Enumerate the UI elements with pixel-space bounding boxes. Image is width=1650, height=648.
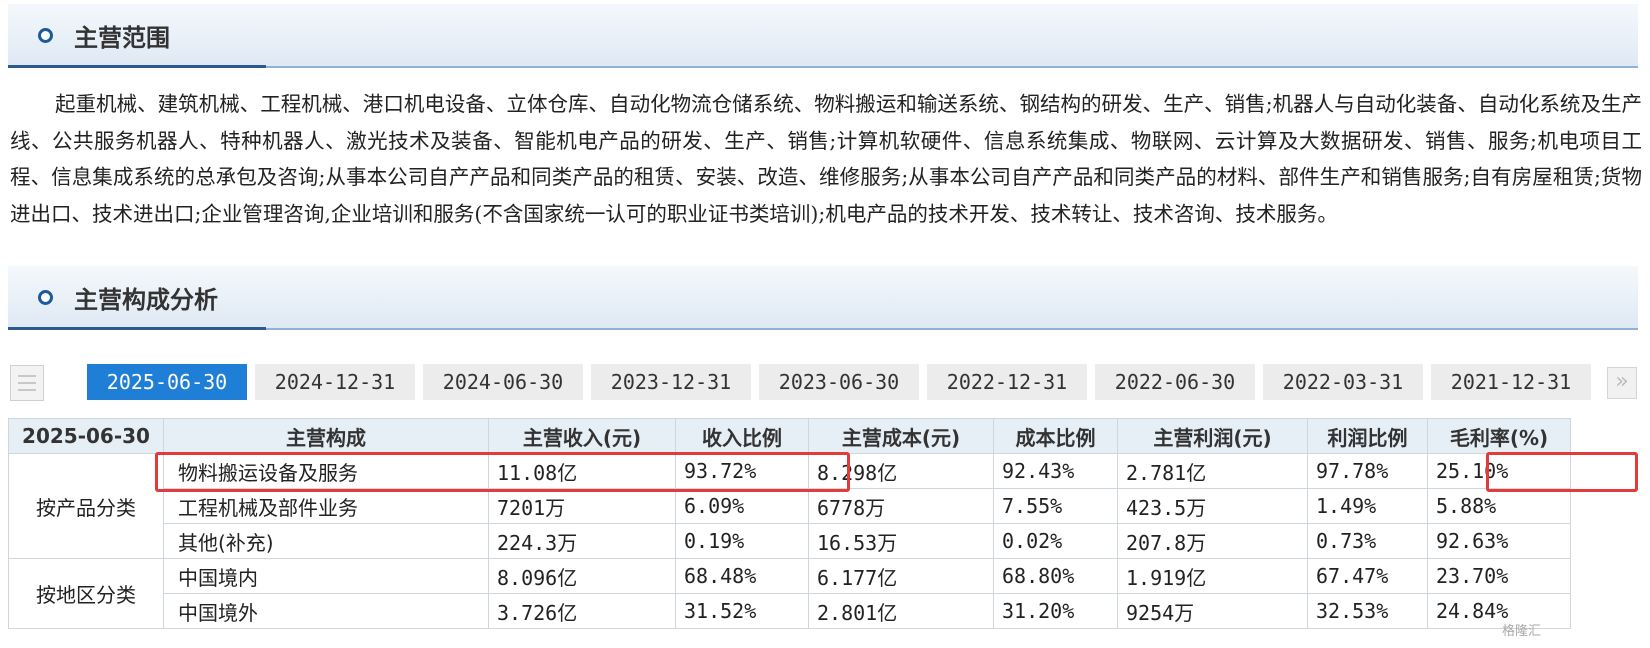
date-tab[interactable]: 2025-06-30 [87,364,247,400]
highlight-box-margin [1486,452,1638,492]
date-tab[interactable]: 2024-06-30 [423,364,583,400]
date-tab[interactable]: 2022-03-31 [1263,364,1423,400]
column-header: 主营收入(元) [488,418,676,454]
revenue-ratio-cell: 31.52% [675,593,809,629]
date-tab[interactable]: 2022-06-30 [1095,364,1255,400]
revenue-ratio-cell: 68.48% [675,558,809,594]
revenue-cell: 3.726亿 [488,593,676,629]
scope-section-title: 主营范围 [74,24,170,52]
column-header: 主营构成 [163,418,489,454]
column-header: 主营成本(元) [808,418,994,454]
revenue-cell: 224.3万 [488,523,676,559]
column-header: 利润比例 [1307,418,1428,454]
column-header: 收入比例 [675,418,809,454]
cost-cell: 16.53万 [808,523,994,559]
cost-cell: 6.177亿 [808,558,994,594]
circle-bullet-icon [38,290,53,305]
profit-ratio-cell: 1.49% [1307,488,1428,524]
column-header: 成本比例 [993,418,1118,454]
segment-name: 工程机械及部件业务 [163,488,489,524]
category-cell: 按产品分类 [8,453,164,559]
profit-cell: 207.8万 [1117,523,1308,559]
highlight-box-revenue [155,452,850,492]
segment-name: 中国境外 [163,593,489,629]
revenue-ratio-cell: 6.09% [675,488,809,524]
gross-margin-cell: 23.70% [1427,558,1571,594]
date-tab[interactable]: 2023-06-30 [759,364,919,400]
gross-margin-cell: 92.63% [1427,523,1571,559]
cost-cell: 6778万 [808,488,994,524]
revenue-cell: 7201万 [488,488,676,524]
business-scope-text: 起重机械、建筑机械、工程机械、港口机电设备、立体仓库、自动化物流仓储系统、物料搬… [10,92,1642,226]
composition-section-title: 主营构成分析 [74,286,218,314]
profit-ratio-cell: 32.53% [1307,593,1428,629]
date-tab[interactable]: 2022-12-31 [927,364,1087,400]
composition-section-header: 主营构成分析 [8,266,1638,330]
profit-cell: 9254万 [1117,593,1308,629]
table-row: 其他(补充) 224.3万 0.19% 16.53万 0.02% 207.8万 … [9,523,1571,559]
gross-margin-cell: 24.84% [1427,593,1571,629]
cost-ratio-cell: 31.20% [993,593,1118,629]
cost-cell: 2.801亿 [808,593,994,629]
revenue-cell: 8.096亿 [488,558,676,594]
table-row: 按地区分类 中国境内 8.096亿 68.48% 6.177亿 68.80% 1… [8,558,1571,629]
date-tab[interactable]: 2024-12-31 [255,364,415,400]
header-accent-line [8,65,266,68]
profit-ratio-cell: 97.78% [1307,453,1428,489]
revenue-ratio-cell: 0.19% [675,523,809,559]
table-header-row: 2025-06-30 主营构成 主营收入(元) 收入比例 主营成本(元) 成本比… [8,418,1571,454]
date-tabs: 2025-06-30 2024-12-31 2024-06-30 2023-12-31… [87,364,1612,401]
scroll-right-icon[interactable]: » [1607,367,1637,399]
profit-cell: 2.781亿 [1117,453,1308,489]
scope-section-header: 主营范围 [8,4,1638,68]
gross-margin-cell: 5.88% [1427,488,1571,524]
column-header: 毛利率(%) [1427,418,1571,454]
date-tab[interactable]: 2021-12-31 [1431,364,1591,400]
category-cell: 按地区分类 [8,558,164,629]
list-view-icon[interactable] [10,365,44,401]
cost-ratio-cell: 68.80% [993,558,1118,594]
watermark: 格隆汇 [1502,624,1542,639]
segment-name: 其他(补充) [163,523,489,559]
table-row: 中国境外 3.726亿 31.52% 2.801亿 31.20% 9254万 3… [9,593,1571,629]
profit-cell: 1.919亿 [1117,558,1308,594]
cost-ratio-cell: 92.43% [993,453,1118,489]
table-row: 工程机械及部件业务 7201万 6.09% 6778万 7.55% 423.5万… [9,488,1571,524]
profit-ratio-cell: 67.47% [1307,558,1428,594]
circle-bullet-icon [38,28,53,43]
profit-cell: 423.5万 [1117,488,1308,524]
column-header: 2025-06-30 [8,418,164,454]
profit-ratio-cell: 0.73% [1307,523,1428,559]
composition-table: 2025-06-30 主营构成 主营收入(元) 收入比例 主营成本(元) 成本比… [8,418,1571,629]
date-tab[interactable]: 2023-12-31 [591,364,751,400]
cost-ratio-cell: 0.02% [993,523,1118,559]
segment-name: 中国境内 [163,558,489,594]
column-header: 主营利润(元) [1117,418,1308,454]
header-accent-line [8,327,266,330]
cost-ratio-cell: 7.55% [993,488,1118,524]
